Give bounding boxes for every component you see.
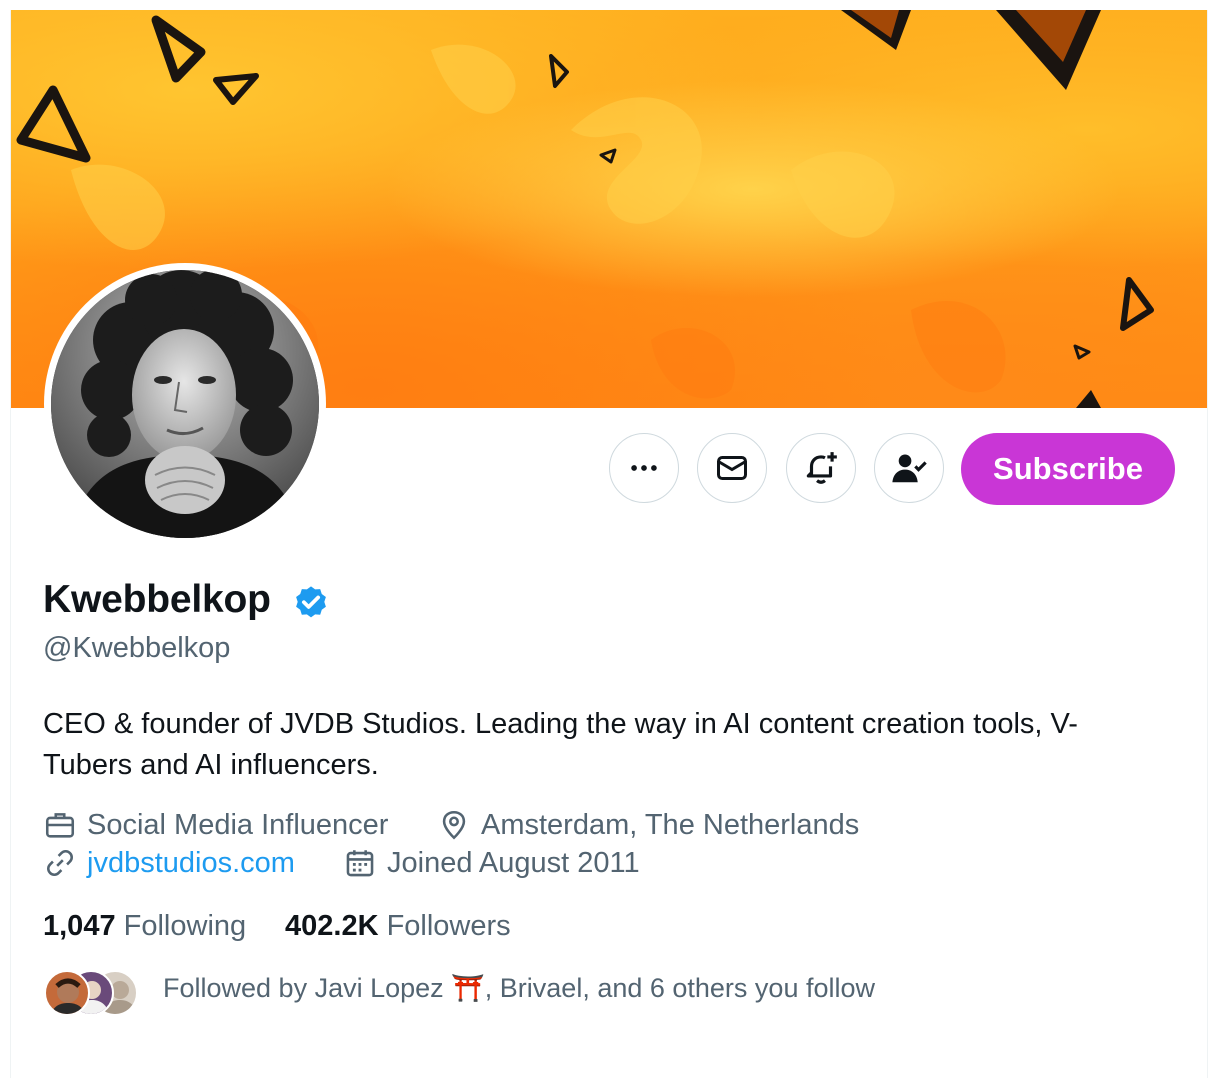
verified-badge-icon[interactable] [292,584,330,622]
category-text: Social Media Influencer [87,808,389,841]
link-icon [47,850,73,876]
joined-item: Joined August 2011 [343,846,640,880]
torii-emoji-icon: ⛩️ [451,973,485,1003]
followed-by-suffix: , Brivael, and 6 others you follow [484,973,875,1003]
avatar-photo [51,270,319,538]
following-button[interactable] [874,433,944,503]
more-dots-icon [631,465,657,471]
calendar-icon [346,850,374,877]
briefcase-icon [45,813,75,838]
followers-stat[interactable]: 402.2K Followers [285,910,511,943]
profile-bio: CEO & founder of JVDB Studios. Leading t… [43,708,1078,781]
subscribe-button[interactable]: Subscribe [961,433,1175,505]
followers-label: Followers [386,910,511,942]
category-item: Social Media Influencer [43,808,388,842]
followed-by-text[interactable]: Followed by Javi Lopez ⛩️, Brivael, and … [163,970,875,1006]
message-button[interactable] [697,433,767,503]
bell-plus-icon [806,452,837,484]
website-link[interactable]: jvdbstudios.com [87,847,295,880]
following-count: 1,047 [43,910,116,942]
more-button[interactable] [609,433,679,503]
joined-text: Joined August 2011 [387,846,640,879]
following-stat[interactable]: 1,047 Following [43,910,246,943]
user-handle: @Kwebbelkop [43,632,231,664]
following-label: Following [123,910,247,942]
follower-avatar-1[interactable] [44,970,90,1016]
avatar[interactable] [51,270,319,538]
location-text: Amsterdam, The Netherlands [481,808,860,841]
location-item: Amsterdam, The Netherlands [437,808,859,842]
followed-by-prefix: Followed by Javi Lopez [163,973,452,1003]
website-item: jvdbstudios.com [43,846,295,880]
notifications-button[interactable] [786,433,856,503]
display-name: Kwebbelkop [43,578,271,621]
location-pin-icon [442,810,466,840]
envelope-icon [717,456,747,480]
followers-count: 402.2K [285,910,379,942]
person-check-icon [892,454,927,483]
